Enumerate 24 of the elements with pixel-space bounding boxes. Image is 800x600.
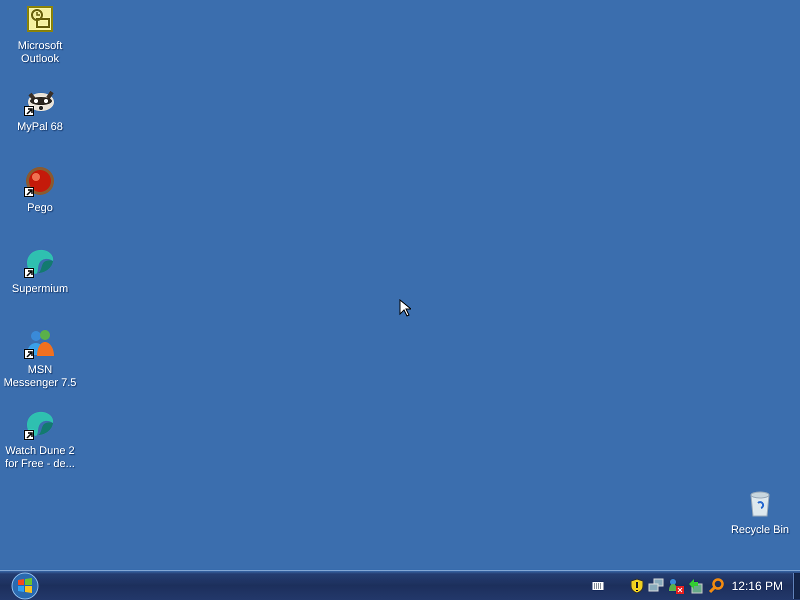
shortcut-arrow-icon: [24, 349, 34, 359]
icon-label: Recycle Bin: [730, 524, 790, 537]
shortcut-arrow-icon: [24, 187, 34, 197]
shortcut-arrow-icon: [24, 106, 34, 116]
icon-label: Watch Dune 2 for Free - de...: [4, 445, 76, 471]
icon-label: MSN Messenger 7.5: [2, 364, 78, 390]
ball-icon[interactable]: [24, 165, 56, 197]
show-desktop-button[interactable]: [793, 572, 800, 598]
shortcut-arrow-icon: [24, 268, 34, 278]
network-icon[interactable]: [648, 578, 664, 594]
shield-icon[interactable]: [630, 578, 644, 594]
icon-label: MyPal 68: [16, 121, 64, 134]
start-button[interactable]: [11, 572, 39, 600]
clock-envelope-icon[interactable]: [24, 3, 56, 35]
arrow-monitor-icon[interactable]: [688, 578, 704, 594]
clock[interactable]: 12:16 PM: [732, 578, 783, 592]
icon-label: Microsoft Outlook: [16, 40, 64, 66]
mouse-pointer-icon: [399, 299, 411, 317]
people-error-icon[interactable]: [668, 578, 684, 594]
shortcut-arrow-icon: [24, 430, 34, 440]
icon-label: Pego: [26, 202, 54, 215]
keyboard-icon[interactable]: [592, 580, 604, 590]
search-icon[interactable]: [708, 578, 724, 594]
icon-label: Supermium: [10, 283, 70, 296]
